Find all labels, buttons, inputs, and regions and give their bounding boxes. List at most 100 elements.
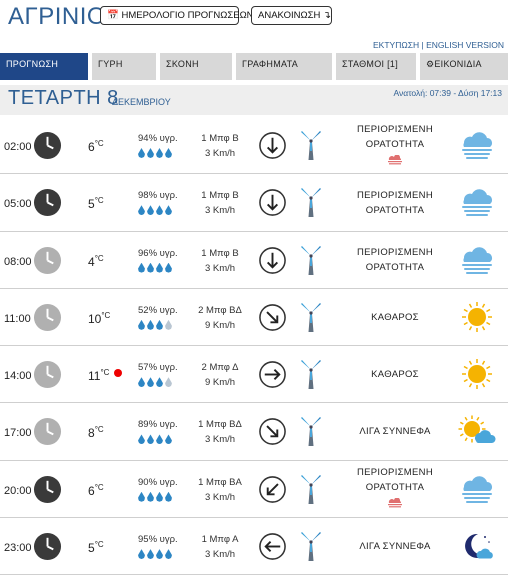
- condition-text: ΚΑΘΑΡΟΣ: [371, 311, 419, 323]
- temperature-value: 11: [88, 369, 101, 384]
- wind-turbine-icon: [298, 415, 324, 447]
- condition-text: ΚΑΘΑΡΟΣ: [371, 369, 419, 381]
- row-condition: ΠΕΡΙΟΡΙΣΜΕΝΗ ΟΡΑΤΟΤΗΤΑ: [342, 461, 448, 518]
- wind-direction-arrow-icon: [258, 475, 287, 504]
- city-title: ΑΓΡΙΝΙΟ: [8, 3, 107, 30]
- row-temperature: 5°C: [88, 540, 104, 555]
- humidity-drop-icon: [165, 148, 172, 158]
- tab-pollen-label: ΓΥΡΗ: [98, 59, 123, 69]
- humidity-drop-icon: [156, 377, 163, 388]
- fog-mini-icon: [386, 495, 404, 513]
- humidity-drop-icon: [165, 434, 172, 445]
- forecast-table: 02:00 6°C 94% υγρ. 1 Μπφ Β3 Km/h ΠΕΡΙΟΡΙΣΜΕΝ…: [0, 117, 508, 576]
- humidity-drop-icon: [138, 148, 145, 158]
- humidity-drop-icon: [165, 377, 172, 388]
- calendar-button-label: ΗΜΕΡΟΛΟΓΙΟ ΠΡΟΓΝΩΣΕΩΝ: [121, 10, 254, 21]
- row-condition: ΠΕΡΙΟΡΙΣΜΕΝΗ ΟΡΑΤΟΤΗΤΑ: [342, 174, 448, 231]
- table-row: 05:00 5°C 98% υγρ. 1 Μπφ Β 3 Km/h ΠΕΡΙΟΡΙΣΜΕΝ…: [0, 174, 508, 232]
- humidity-drop-icon: [156, 434, 163, 445]
- humidity-drop-icon: [138, 434, 145, 445]
- row-time: 11:00: [4, 312, 31, 325]
- humidity-drop-icon: [138, 319, 145, 330]
- humidity-drops: [138, 148, 172, 158]
- table-row: 08:00 4°C 96% υγρ. 1 Μπφ Β 3 Km/h ΠΕΡΙΟΡΙΣΜΕΝ…: [0, 232, 508, 289]
- row-condition: ΠΕΡΙΟΡΙΣΜΕΝΗ ΟΡΑΤΟΤΗΤΑ: [342, 117, 448, 174]
- tab-stations[interactable]: ΣΤΑΘΜΟΙ [1]: [336, 53, 416, 80]
- temperature-unit: °C: [94, 540, 104, 550]
- row-temperature: 6°C: [88, 483, 104, 498]
- row-temperature: 5°C: [88, 196, 104, 211]
- tab-forecast[interactable]: ΠΡΟΓΝΩΣΗ: [0, 53, 88, 80]
- tab-bar: ΠΡΟΓΝΩΣΗ ΓΥΡΗ ΣΚΟΝΗ ΓΡΑΦΗΜΑΤΑ ΣΤΑΘΜΟΙ [1…: [0, 53, 508, 81]
- tab-icons[interactable]: ⚙ΕΙΚΟΝΙΔΙΑ: [420, 53, 508, 80]
- condition-text: ΛΙΓΑ ΣΥΝΝΕΦΑ: [359, 426, 431, 438]
- humidity-drop-icon: [156, 205, 163, 216]
- row-temperature: 10°C: [88, 311, 110, 326]
- wind-speed: 2 Μπφ ΒΔ: [198, 304, 242, 316]
- row-time: 05:00: [4, 198, 32, 211]
- humidity-drop-icon: [138, 205, 145, 216]
- tab-pollen[interactable]: ΓΥΡΗ: [92, 53, 156, 80]
- announcements-button[interactable]: ΑΝΑΚΟΙΝΩΣΗ ↴: [251, 6, 332, 25]
- links-separator: |: [421, 40, 424, 50]
- humidity-drop-icon: [138, 491, 145, 502]
- fog-mini-icon: [386, 152, 404, 170]
- humidity-drop-icon: [147, 148, 154, 158]
- tab-icons-label: ΕΙΚΟΝΙΔΙΑ: [434, 59, 482, 69]
- row-time: 14:00: [4, 370, 32, 383]
- tab-charts[interactable]: ΓΡΑΦΗΜΑΤΑ: [236, 53, 332, 80]
- condition-text: ΠΕΡΙΟΡΙΣΜΕΝΗ ΟΡΑΤΟΤΗΤΑ: [357, 247, 433, 274]
- wind-speed: 1 Μπφ Β: [201, 190, 239, 202]
- wind-speed: 1 Μπφ Β: [201, 247, 239, 259]
- row-humidity: 95% υγρ.: [138, 534, 178, 546]
- wind-turbine-icon: [298, 473, 324, 505]
- temperature-value: 5: [88, 197, 95, 212]
- wind-kmh: 3 Km/h: [204, 205, 236, 217]
- print-link[interactable]: ΕΚΤΥΠΩΣΗ: [373, 40, 419, 50]
- alert-dot-icon[interactable]: [114, 369, 122, 378]
- humidity-drops: [138, 377, 172, 388]
- wind-kmh: 9 Km/h: [204, 377, 236, 389]
- wind-direction-arrow-icon: [258, 532, 287, 561]
- clock-icon: [33, 475, 62, 504]
- row-wind: 1 Μπφ Β 3 Km/h: [186, 246, 254, 276]
- wind-turbine-icon: [298, 530, 324, 562]
- humidity-drop-icon: [156, 262, 163, 273]
- wind-turbine-icon: [298, 358, 324, 390]
- wind-direction-arrow-icon: [258, 131, 287, 160]
- wind-kmh: 3 Km/h: [204, 434, 236, 446]
- table-row: 23:00 5°C 95% υγρ. 1 Μπφ Α 3 Km/h ΛΙΓΑ ΣΥΝΝΕΦ…: [0, 518, 508, 576]
- row-humidity: 98% υγρ.: [138, 190, 178, 202]
- temperature-unit: °C: [94, 139, 104, 148]
- wind-speed: 1 Μπφ Α: [201, 534, 239, 546]
- humidity-drop-icon: [147, 434, 154, 445]
- humidity-drops: [138, 491, 172, 502]
- wind-kmh: 3 Km/h: [204, 491, 236, 503]
- row-condition: ΛΙΓΑ ΣΥΝΝΕΦΑ: [342, 518, 448, 575]
- humidity-drop-icon: [147, 205, 154, 216]
- temperature-value: 4: [88, 254, 95, 269]
- row-wind: 1 Μπφ Β 3 Km/h: [186, 131, 254, 161]
- temperature-unit: °C: [94, 425, 104, 435]
- humidity-drop-icon: [147, 377, 154, 388]
- temperature-unit: °C: [94, 253, 104, 263]
- day-month: ΔΕΚΕΜΒΡΙΟΥ: [112, 97, 171, 107]
- condition-text: ΠΕΡΙΟΡΙΣΜΕΝΗ ΟΡΑΤΟΤΗΤΑ: [357, 467, 433, 494]
- chevron-down-icon: ↴: [322, 10, 331, 21]
- english-version-link[interactable]: ENGLISH VERSION: [426, 40, 504, 50]
- row-temperature: 8°C: [88, 425, 104, 440]
- fog-icon: [458, 244, 496, 276]
- table-row: 20:00 6°C 90% υγρ. 1 Μπφ ΒΑ 3 Km/h ΠΕΡΙΟΡΙΣΜΕ…: [0, 461, 508, 519]
- moon-cloud-icon: [458, 530, 496, 562]
- sun-cloud-icon: [458, 415, 496, 447]
- forecast-calendar-button[interactable]: 📅 ΗΜΕΡΟΛΟΓΙΟ ΠΡΟΓΝΩΣΕΩΝ: [100, 6, 254, 25]
- temperature-unit: °C: [94, 196, 104, 206]
- humidity-drop-icon: [147, 262, 154, 273]
- humidity-drops: [138, 319, 172, 330]
- tab-dust[interactable]: ΣΚΟΝΗ: [160, 53, 232, 80]
- clock-icon: [33, 246, 62, 275]
- temperature-value: 5: [88, 541, 95, 556]
- wind-turbine-icon: [298, 129, 324, 161]
- temperature-unit: °C: [101, 310, 111, 320]
- humidity-drop-icon: [147, 491, 154, 502]
